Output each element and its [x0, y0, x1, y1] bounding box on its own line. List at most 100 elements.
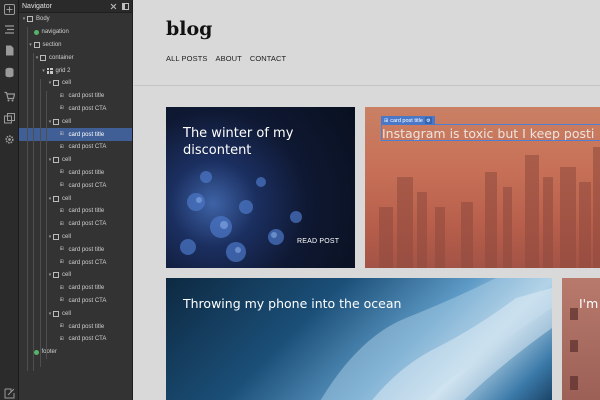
box-icon	[53, 195, 59, 202]
tree-row-label: container	[49, 54, 74, 61]
tree-row-body[interactable]: ▾ Body	[19, 13, 132, 26]
post-card[interactable]: I'm roc	[562, 278, 600, 400]
tree-row-card-post-cta[interactable]: ⊞ card post CTA	[19, 141, 132, 154]
tree-row-card-post-title[interactable]: ⊞ card post title	[19, 243, 132, 256]
tree-guide-line	[27, 27, 28, 371]
tree-row-cell[interactable]: ▾ cell	[19, 154, 132, 167]
navigator-title: Navigator	[22, 2, 52, 10]
card-post-title[interactable]: I'm roc	[579, 295, 600, 312]
assets-icon[interactable]	[4, 113, 15, 124]
tree-row-label: card post title	[68, 169, 105, 176]
tree-row-card-post-title[interactable]: ⊞ card post title	[19, 128, 132, 141]
tree-row-label: grid 2	[55, 67, 71, 74]
box-icon	[53, 310, 59, 317]
settings-icon[interactable]	[4, 134, 15, 145]
tree-row-label: cell	[62, 118, 72, 125]
symbol-icon: ⊞	[59, 207, 64, 214]
tree-row-footer[interactable]: footer	[19, 346, 132, 359]
pages-icon[interactable]	[4, 45, 15, 56]
header-divider	[134, 85, 600, 86]
selection-tag[interactable]: ⊞ card post title ⚙	[381, 116, 435, 125]
designer-canvas: blog ALL POSTS ABOUT CONTACT The winter …	[134, 0, 600, 400]
dock-icon[interactable]	[120, 1, 130, 11]
symbol-icon: ⊞	[59, 246, 64, 253]
tree-row-card-post-cta[interactable]: ⊞ card post CTA	[19, 295, 132, 308]
navigator-header: Navigator	[19, 0, 132, 13]
menu-icon[interactable]	[4, 24, 15, 35]
post-card[interactable]: The winter of my discontent READ POST	[166, 107, 355, 268]
selection-outline	[381, 124, 600, 141]
symbol-icon: ⊞	[59, 220, 64, 227]
box-icon	[40, 54, 46, 61]
nav-link-about[interactable]: ABOUT	[215, 54, 241, 63]
box-icon	[33, 41, 40, 48]
add-icon[interactable]	[4, 4, 15, 15]
symbol-icon: ⊞	[59, 335, 64, 342]
card-post-title[interactable]: The winter of my discontent	[183, 125, 333, 159]
collapse-icon[interactable]	[108, 1, 118, 11]
gear-icon[interactable]: ⚙	[424, 117, 432, 124]
card-post-cta[interactable]: READ POST	[297, 238, 339, 245]
tree-row-card-post-title[interactable]: ⊞ card post title	[19, 282, 132, 295]
tree-row-label: card post CTA	[68, 259, 107, 266]
symbol-icon: ⊞	[59, 131, 64, 138]
tree-row-card-post-title[interactable]: ⊞ card post title	[19, 205, 132, 218]
tree-row-label: card post title	[68, 93, 105, 100]
tree-row-label: card post CTA	[68, 182, 107, 189]
tree-row-card-post-cta[interactable]: ⊞ card post CTA	[19, 179, 132, 192]
tree-row-cell[interactable]: ▾ cell	[19, 269, 132, 282]
tree-row-card-post-cta[interactable]: ⊞ card post CTA	[19, 333, 132, 346]
symbol-icon: ⊞	[59, 143, 64, 150]
tree-row-label: cell	[62, 195, 72, 202]
tree-row-card-post-title[interactable]: ⊞ card post title	[19, 90, 132, 103]
tree-row-card-post-cta[interactable]: ⊞ card post CTA	[19, 256, 132, 269]
tree-row-section[interactable]: ▾ section	[19, 39, 132, 52]
tree-row-label: card post CTA	[68, 144, 107, 151]
symbol-icon: ⊞	[59, 92, 64, 99]
tree-row-cell[interactable]: ▾ cell	[19, 77, 132, 90]
tree-row-card-post-title[interactable]: ⊞ card post title	[19, 320, 132, 333]
tree-row-label: navigation	[41, 29, 69, 36]
tree-row-label: card post title	[68, 208, 105, 215]
box-icon	[53, 118, 59, 125]
box-icon	[53, 272, 59, 279]
component-icon	[33, 29, 39, 35]
site-nav: ALL POSTS ABOUT CONTACT	[166, 54, 286, 63]
tree-row-label: cell	[62, 233, 72, 240]
tree-row-label: cell	[62, 272, 72, 279]
exit-icon[interactable]	[4, 388, 15, 399]
tree-row-label: card post CTA	[68, 105, 107, 112]
post-card[interactable]: Throwing my phone into the ocean	[166, 278, 552, 400]
tree-row-cell[interactable]: ▾ cell	[19, 115, 132, 128]
tree-row-cell[interactable]: ▾ cell	[19, 192, 132, 205]
tree-row-label: Body	[36, 16, 50, 23]
symbol-icon: ⊞	[59, 297, 64, 304]
tree-guide-line	[46, 91, 47, 359]
tree-row-card-post-cta[interactable]: ⊞ card post CTA	[19, 103, 132, 116]
box-icon	[53, 233, 59, 240]
tree-row-label: card post CTA	[68, 221, 107, 228]
tree-row-card-post-title[interactable]: ⊞ card post title	[19, 167, 132, 180]
box-icon	[27, 16, 33, 23]
tree-guide-line	[33, 53, 34, 371]
nav-link-contact[interactable]: CONTACT	[250, 54, 286, 63]
database-icon[interactable]	[4, 67, 15, 78]
tree-row-label: card post title	[68, 285, 105, 292]
symbol-icon: ⊞	[59, 169, 64, 176]
tree-row-label: card post CTA	[68, 297, 107, 304]
card-post-title[interactable]: Throwing my phone into the ocean	[183, 295, 543, 312]
tag-icon: ⊞	[384, 117, 389, 124]
tree-row-cell[interactable]: ▾ cell	[19, 307, 132, 320]
tree-row-label: card post title	[68, 131, 105, 138]
symbol-icon: ⊞	[59, 323, 64, 330]
tree-row-navigation[interactable]: navigation	[19, 26, 132, 39]
tree-row-container[interactable]: ▾ container	[19, 51, 132, 64]
tree-row-label: cell	[62, 310, 72, 317]
tree-row-card-post-cta[interactable]: ⊞ card post CTA	[19, 218, 132, 231]
tree-row-grid-2[interactable]: ▾ grid 2	[19, 64, 132, 77]
site-brand[interactable]: blog	[166, 18, 212, 40]
tree-guide-line	[40, 79, 41, 367]
cart-icon[interactable]	[4, 91, 15, 102]
nav-link-all-posts[interactable]: ALL POSTS	[166, 54, 207, 63]
tree-row-cell[interactable]: ▾ cell	[19, 231, 132, 244]
